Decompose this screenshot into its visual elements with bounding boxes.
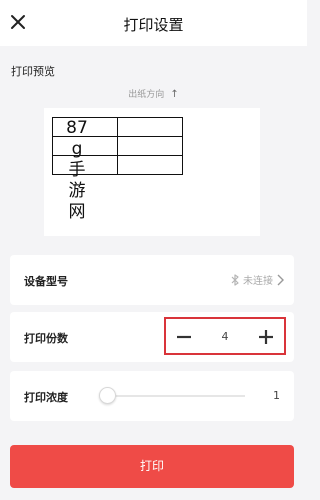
print-density-row: 打印浓度 1: [10, 371, 294, 421]
device-status-text: 未连接: [243, 276, 273, 287]
device-connection-status[interactable]: 未连接: [231, 272, 284, 287]
increase-copies-button[interactable]: [255, 326, 277, 348]
chevron-right-icon: [277, 274, 284, 285]
arrow-up-icon: ↑: [170, 89, 179, 100]
print-button[interactable]: 打印: [10, 445, 294, 488]
plus-icon: [259, 330, 273, 344]
paper-direction-indicator: 出纸方向 ↑: [0, 87, 307, 100]
label-text-line: 87: [66, 118, 88, 138]
print-copies-label: 打印份数: [24, 332, 68, 345]
print-density-label: 打印浓度: [24, 391, 68, 404]
bluetooth-icon: [231, 273, 239, 286]
label-text-line: 游: [68, 181, 86, 201]
paper-direction-label: 出纸方向: [128, 90, 165, 100]
label-text-line: 手: [68, 160, 86, 180]
label-preview-text: 87 g 手 游 网: [62, 118, 92, 223]
print-copies-row: 打印份数 4: [10, 312, 294, 362]
device-model-label: 设备型号: [24, 275, 68, 288]
device-model-row[interactable]: 设备型号 未连接: [10, 255, 294, 305]
density-slider-thumb[interactable]: [99, 387, 116, 404]
label-text-line: g: [71, 139, 83, 159]
density-value: 1: [273, 389, 280, 402]
grid-cell: [117, 136, 183, 156]
label-text-line: 网: [68, 202, 86, 222]
page-title: 打印设置: [123, 16, 184, 34]
grid-cell: [117, 155, 183, 175]
density-slider-track[interactable]: [103, 395, 245, 397]
top-bar: 打印设置: [0, 0, 307, 46]
preview-section-label: 打印预览: [11, 65, 55, 78]
copies-stepper: 4: [164, 317, 286, 355]
grid-cell: [117, 117, 183, 137]
